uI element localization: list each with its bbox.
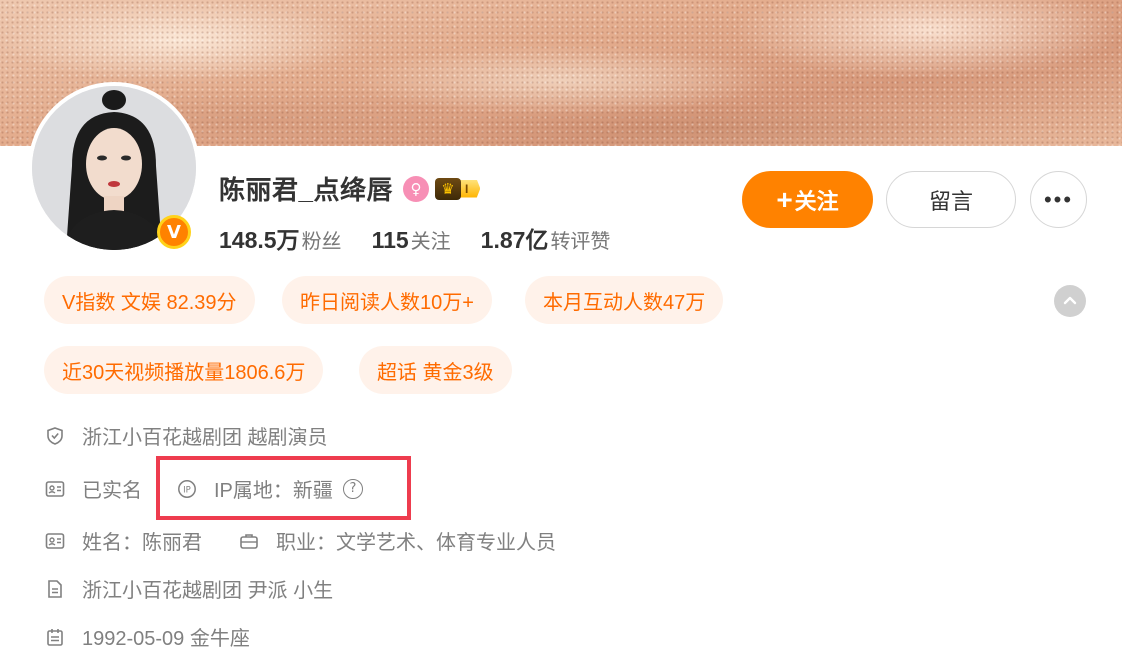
bio-text: 浙江小百花越剧团 尹派 小生: [82, 580, 334, 602]
female-icon: ♀: [402, 175, 429, 202]
stat-label: 转评赞: [550, 231, 611, 253]
ip-location-group: IP IP属地：新疆 ?: [176, 474, 363, 503]
message-button[interactable]: 留言: [886, 171, 1016, 228]
tag-v-index[interactable]: V指数 文娱 82.39分: [44, 276, 255, 324]
profile-name: 陈丽君_点绛唇: [219, 175, 393, 205]
ip-icon: IP: [176, 478, 198, 500]
occupation-text: 职业：文学艺术、体育专业人员: [276, 532, 556, 554]
id-card-icon: [44, 478, 66, 500]
info-bio: 浙江小百花越剧团 尹派 小生: [44, 574, 333, 603]
info-realname-ip: 已实名 IP IP属地：新疆 ?: [44, 474, 363, 503]
svg-text:IP: IP: [183, 485, 191, 495]
member-level-badge[interactable]: ♛ I: [434, 177, 481, 200]
more-options-button[interactable]: •••: [1030, 171, 1087, 228]
stat-label: 关注: [410, 231, 451, 253]
collapse-button[interactable]: [1054, 285, 1086, 317]
tag-monthly-interactions[interactable]: 本月互动人数47万: [525, 276, 724, 324]
profile-name-row: 陈丽君_点绛唇 ♀ ♛ I: [219, 170, 481, 207]
stat-label: 粉丝: [301, 231, 342, 253]
shield-icon: [44, 425, 66, 447]
verified-badge-icon: V: [157, 215, 191, 249]
help-icon[interactable]: ?: [342, 478, 363, 499]
tag-super-topic[interactable]: 超话 黄金3级: [359, 346, 512, 394]
info-birthday: 1992-05-09 金牛座: [44, 622, 250, 651]
info-name-occupation: 姓名：陈丽君 职业：文学艺术、体育专业人员: [44, 526, 556, 555]
stat-followers[interactable]: 148.5万 粉丝: [219, 221, 342, 255]
id-card-icon: [44, 530, 66, 552]
crown-icon: ♛: [434, 177, 461, 200]
real-name-status: 已实名: [82, 480, 142, 502]
stat-num: 148.5万: [219, 227, 300, 253]
plus-icon: +: [776, 183, 793, 215]
calendar-icon: [44, 626, 66, 648]
info-organization: 浙江小百花越剧团 越剧演员: [44, 421, 328, 450]
briefcase-icon: [238, 530, 260, 552]
chevron-up-icon: [1063, 296, 1077, 305]
organization-text: 浙江小百花越剧团 越剧演员: [82, 427, 328, 449]
stat-num: 1.87亿: [480, 227, 549, 253]
stat-interactions: 1.87亿 转评赞: [481, 221, 611, 255]
occupation-group: 职业：文学艺术、体育专业人员: [238, 526, 556, 555]
follow-button[interactable]: + 关注: [742, 171, 873, 228]
stat-num: 115: [371, 227, 409, 253]
follow-label: 关注: [794, 188, 839, 214]
stat-following[interactable]: 115 关注: [372, 225, 451, 254]
document-icon: [44, 578, 66, 600]
tag-daily-readers[interactable]: 昨日阅读人数10万+: [282, 276, 492, 324]
tag-video-plays[interactable]: 近30天视频播放量1806.6万: [44, 346, 324, 394]
ip-location-text: IP属地：新疆: [214, 480, 333, 502]
birthday-text: 1992-05-09 金牛座: [82, 628, 250, 650]
full-name-text: 姓名：陈丽君: [82, 532, 202, 554]
profile-stats: 148.5万 粉丝 115 关注 1.87亿 转评赞: [219, 221, 640, 255]
